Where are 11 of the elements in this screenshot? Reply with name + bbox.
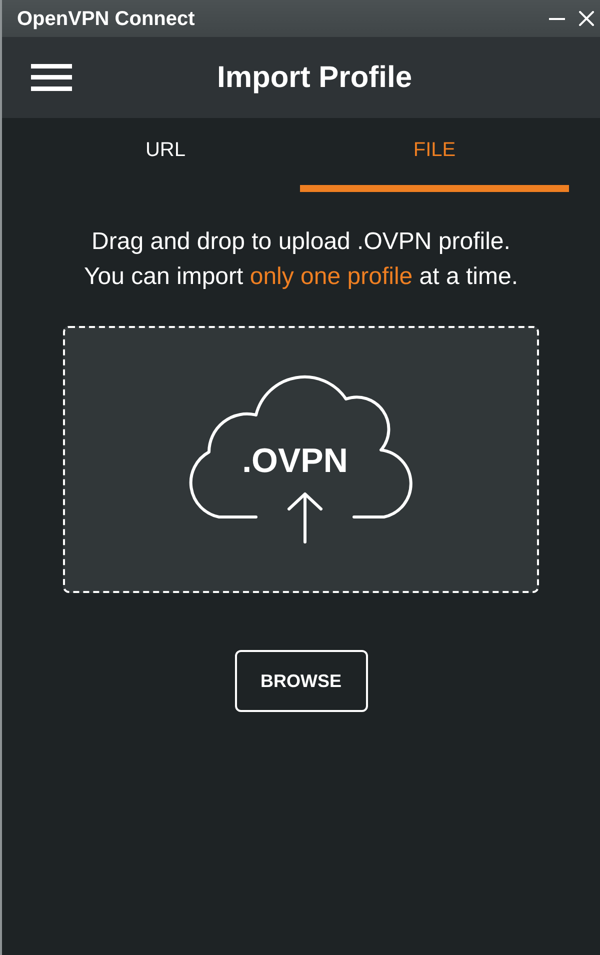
drop-zone[interactable]: .OVPN <box>63 326 539 593</box>
window-title: OpenVPN Connect <box>17 6 195 30</box>
instructions-text: Drag and drop to upload .OVPN profile. You can import only one profile at a time. <box>84 227 518 292</box>
page-title: Import Profile <box>216 60 413 96</box>
tab[interactable]: URL <box>31 118 300 192</box>
file-type-label: .OVPN <box>242 444 348 478</box>
browse-button[interactable]: BROWSE <box>234 650 368 712</box>
close-icon[interactable] <box>579 11 594 26</box>
minimize-icon[interactable] <box>549 18 565 20</box>
menu-icon[interactable] <box>31 64 72 91</box>
tab[interactable]: FILE <box>300 118 569 192</box>
